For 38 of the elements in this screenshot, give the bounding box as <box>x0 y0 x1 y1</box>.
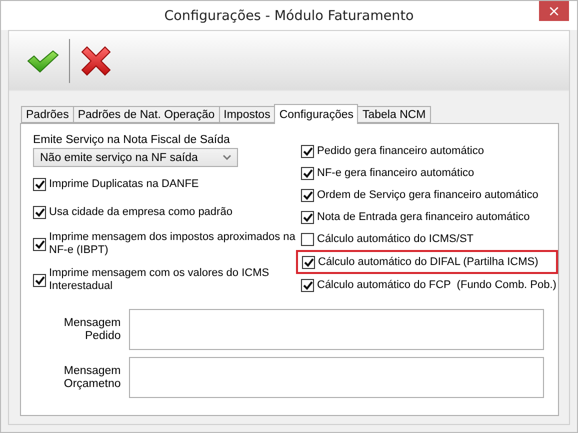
field-label: Mensagem Orçametno <box>62 364 121 390</box>
checkbox[interactable] <box>301 166 314 180</box>
checkbox[interactable] <box>33 238 46 250</box>
checkbox[interactable] <box>301 232 314 246</box>
checkbox[interactable] <box>33 178 46 190</box>
service-dropdown[interactable]: Não emite serviço na NF saída <box>33 148 238 167</box>
message-field[interactable] <box>128 309 544 350</box>
checkbox[interactable] <box>302 256 315 268</box>
close-icon[interactable] <box>80 44 112 76</box>
tab[interactable]: Padrões de Nat. Operação <box>72 106 220 123</box>
option-label: Cálculo automático do DIFAL (Partilha ICMS) <box>318 256 538 268</box>
checkbox[interactable] <box>33 274 46 286</box>
checkbox[interactable] <box>301 210 314 224</box>
close-button[interactable]: × <box>539 1 569 21</box>
option-label: Pedido gera financeiro automático <box>317 144 484 158</box>
option-label: NF-e gera financeiro automático <box>317 166 474 180</box>
field-label: Mensagem Pedido <box>62 316 121 342</box>
tab[interactable]: Configurações <box>274 104 358 124</box>
option-label: Nota de Entrada gera financeiro automático <box>317 210 530 224</box>
option-label: Imprime mensagem com os valores do ICMS Interestadual <box>49 267 270 293</box>
option-label: Ordem de Serviço gera financeiro automático <box>317 188 538 202</box>
chevron-down-icon <box>223 155 231 160</box>
check-icon[interactable] <box>27 48 59 74</box>
checkbox[interactable] <box>301 278 314 292</box>
field-label: Emite Serviço na Nota Fiscal de Saída <box>33 134 231 146</box>
option-label: Usa cidade da empresa como padrão <box>49 206 232 218</box>
tab[interactable]: Tabela NCM <box>357 106 431 123</box>
message-field[interactable] <box>128 357 544 398</box>
option-label: Imprime mensagem dos impostos aproximados na NF-e (IBPT) <box>49 231 296 257</box>
window-title: Configurações - Módulo Faturamento <box>164 8 414 24</box>
option-label: Imprime Duplicatas na DANFE <box>49 178 199 190</box>
option-label: Cálculo automático do ICMS/ST <box>317 232 474 246</box>
tab[interactable]: Impostos <box>218 106 276 123</box>
checkbox[interactable] <box>301 144 314 158</box>
checkbox[interactable] <box>33 206 46 218</box>
checkbox[interactable] <box>301 188 314 202</box>
option-label: Cálculo automático do FCP (Fundo Comb. Pob.) <box>317 278 556 292</box>
tab[interactable]: Padrões <box>21 106 74 123</box>
